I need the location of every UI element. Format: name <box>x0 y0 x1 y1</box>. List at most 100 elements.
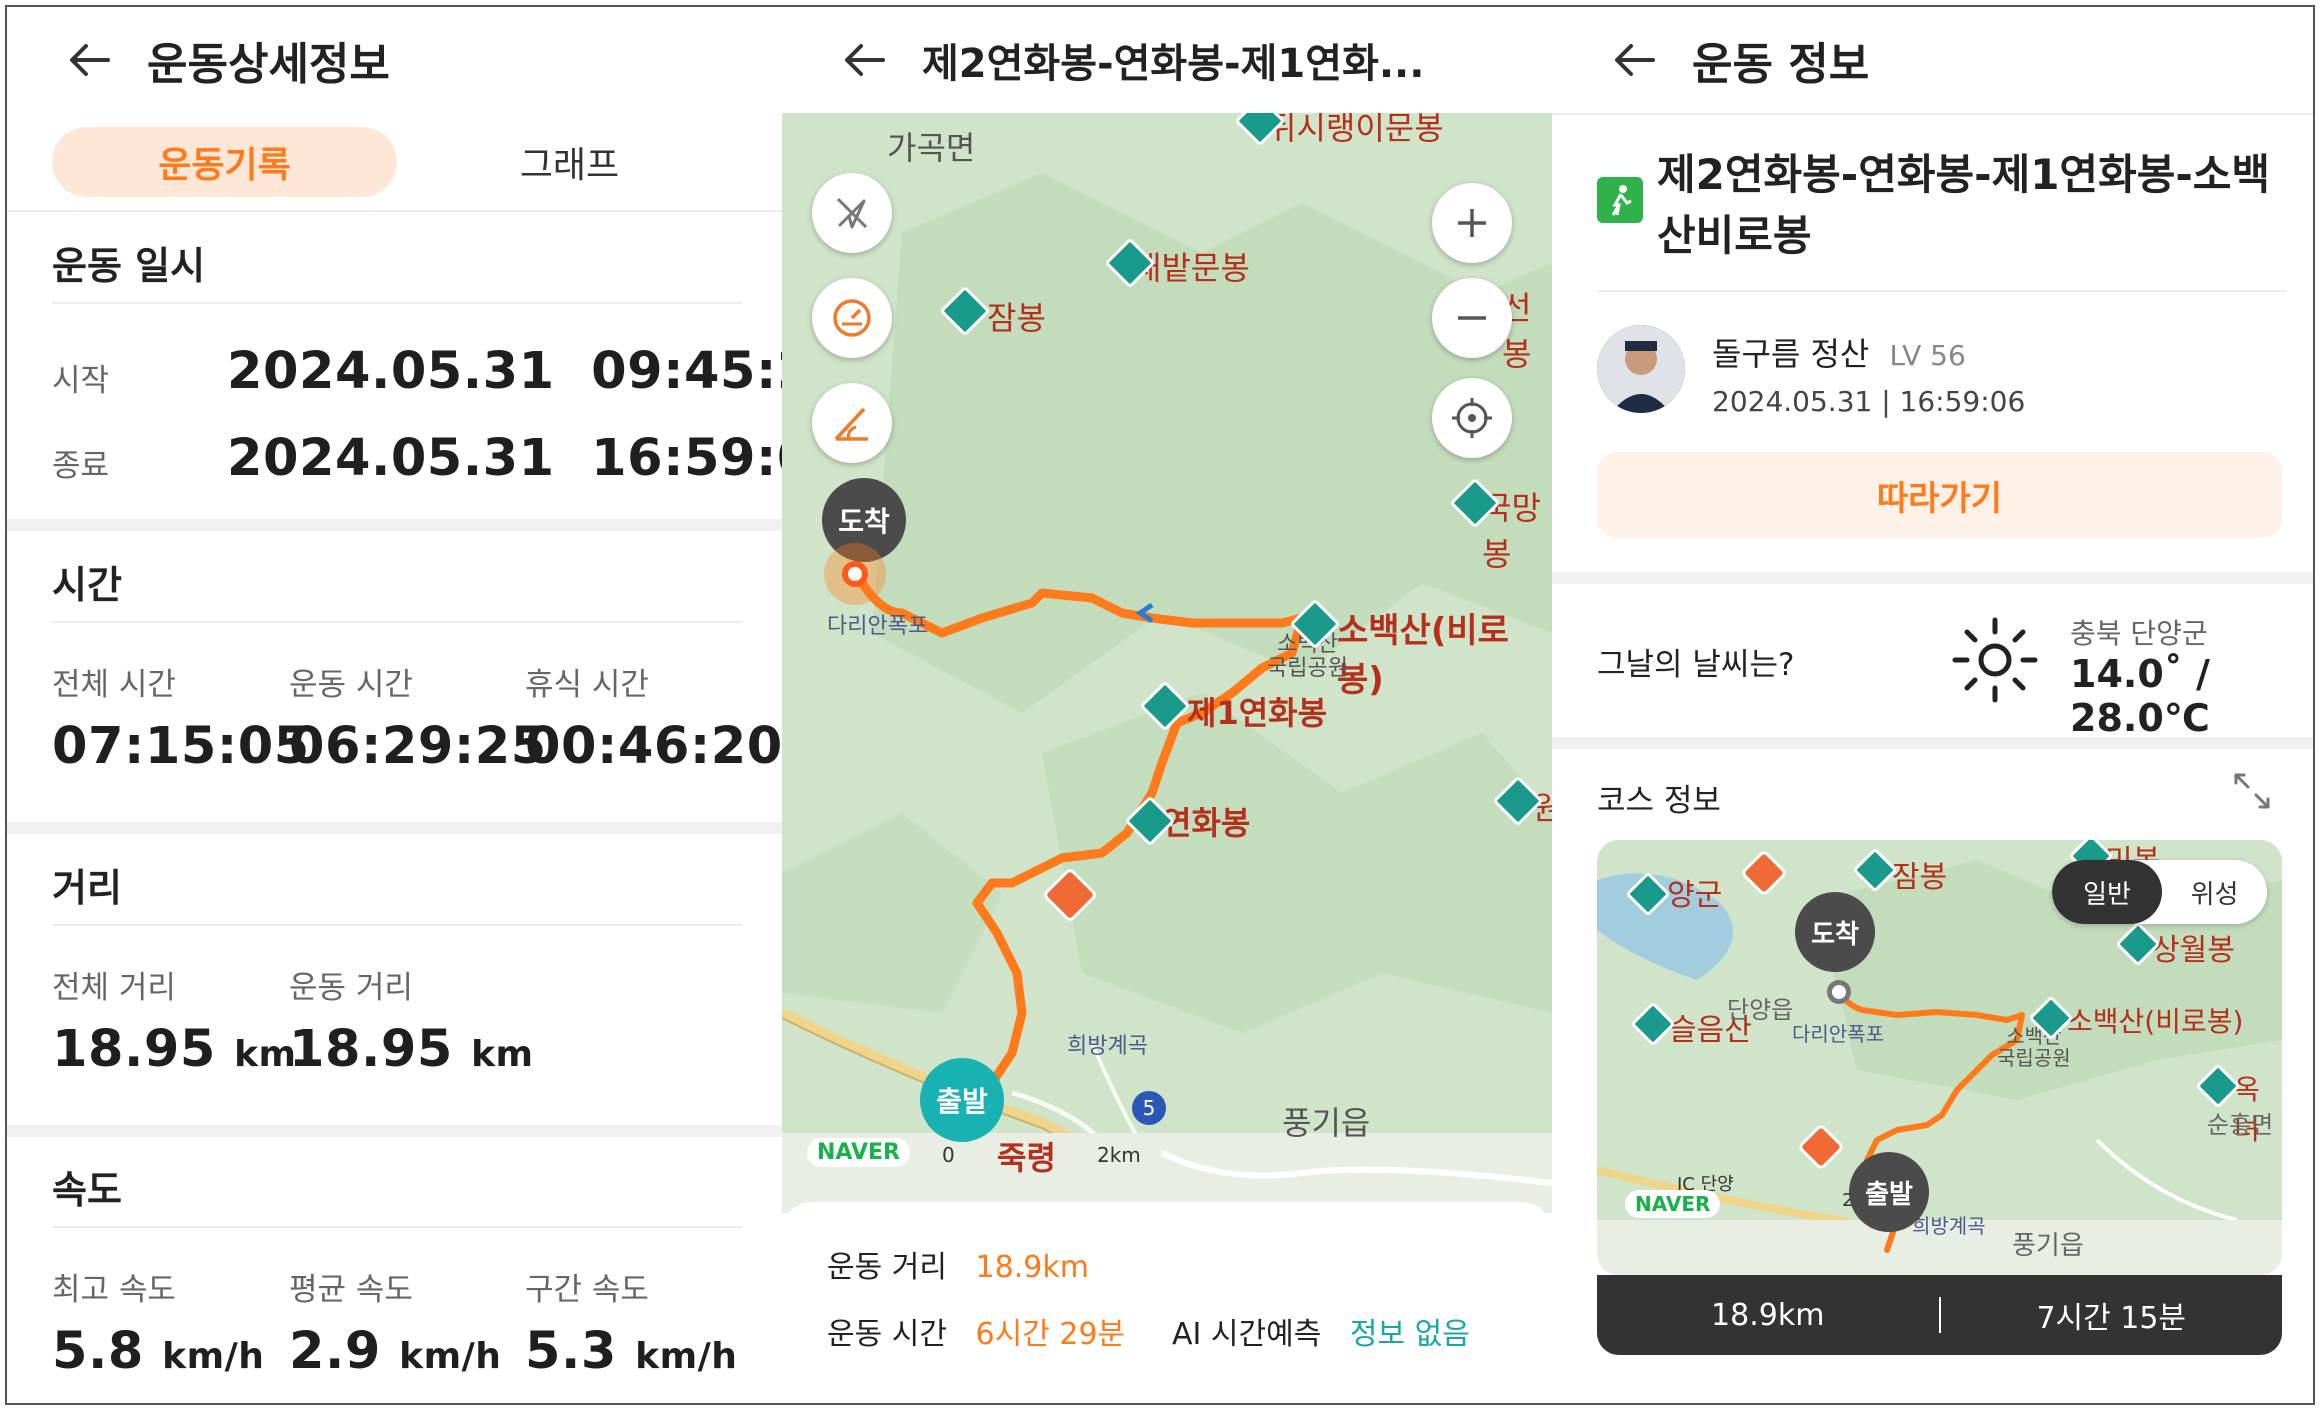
map-label-peak-top: 뒤시랭이문봉 <box>1267 113 1444 147</box>
elevation-button[interactable] <box>812 383 892 463</box>
total-distance-label: 전체 거리 <box>52 970 176 1006</box>
minimap-label-sunheung: 순흥면 <box>2207 1111 2274 1139</box>
map-view[interactable]: 가곡면 뒤시랭이문봉 새밭문봉 잠봉 선봉 국망봉 소백산(비로봉) 소백산 국… <box>782 113 1552 1213</box>
sun-icon <box>1947 612 2043 712</box>
divider <box>1597 290 2287 292</box>
user-info: 돌구름 정산 LV 56 <box>1712 329 1966 375</box>
section-divider <box>1552 737 2313 749</box>
user-level: LV 56 <box>1889 339 1966 372</box>
minimap-arrive-dot <box>1827 980 1851 1004</box>
current-location-dot <box>842 561 868 587</box>
avg-speed-value: 2.9 km/h <box>289 1322 502 1381</box>
exercise-distance-value: 18.95 km <box>289 1020 534 1079</box>
page-title: 제2연화봉-연화봉-제1연화... <box>922 41 1425 87</box>
record-datetime: 2024.05.31 | 16:59:06 <box>1712 385 2026 418</box>
time-info-value: 6시간 29분 <box>975 1317 1126 1352</box>
section-divider <box>7 822 782 834</box>
map-label-dari: 다리안폭포 <box>827 614 929 639</box>
minimap-naver-logo: NAVER <box>1625 1190 1721 1218</box>
zoom-in-button[interactable] <box>1432 183 1512 263</box>
minimap-summary-bar: 18.9km 7시간 15분 <box>1597 1275 2282 1355</box>
minimap-duration: 7시간 15분 <box>2036 1301 2187 1336</box>
tab-graph[interactable]: 그래프 <box>397 127 742 197</box>
speed-button[interactable] <box>812 278 892 358</box>
minimap-distance: 18.9km <box>1711 1297 1825 1333</box>
speedometer-icon <box>833 299 871 337</box>
divider <box>1552 113 2313 115</box>
max-speed-value: 5.8 km/h <box>52 1322 265 1381</box>
user-name[interactable]: 돌구름 정산 <box>1712 335 1869 373</box>
ai-prediction-value: 정보 없음 <box>1349 1317 1470 1352</box>
tab-exercise-record[interactable]: 운동기록 <box>52 127 397 197</box>
map-label-gagok: 가곡면 <box>887 129 976 167</box>
back-arrow-icon <box>70 44 110 76</box>
minimap-label-danyangeup: 단양읍 <box>1727 996 1794 1024</box>
end-datetime: 2024.05.31 16:59:06 <box>227 429 782 488</box>
screenshot-frame: 운동상세정보 운동기록 그래프 운동 일시 시작 2024.05.31 09:4… <box>5 5 2315 1405</box>
section-divider <box>1552 572 2313 584</box>
exercise-detail-panel: 운동상세정보 운동기록 그래프 운동 일시 시작 2024.05.31 09:4… <box>7 7 782 1403</box>
map-label-punggi: 풍기읍 <box>1282 1104 1371 1142</box>
divider <box>52 924 742 926</box>
minimap-label-jam: 잠봉 <box>1892 860 1948 895</box>
my-location-button[interactable] <box>1432 378 1512 458</box>
course-title: 제2연화봉-연화봉-제1연화봉-소백산비로봉 <box>1657 150 2271 260</box>
max-speed-label: 최고 속도 <box>52 1272 176 1308</box>
exercise-info-panel: 운동 정보 제2연화봉-연화봉-제1연화봉-소백산비로봉 돌구름 정산 LV 5… <box>1552 7 2313 1403</box>
ai-prediction-label: AI 시간예측 <box>1172 1317 1322 1352</box>
map-scale-start: 0 <box>942 1143 955 1167</box>
distance-info: 운동 거리 18.9km <box>827 1242 1089 1286</box>
back-button[interactable] <box>1600 30 1670 90</box>
back-button[interactable] <box>830 30 900 90</box>
minimap-arrive-marker[interactable]: 도착 <box>1795 892 1875 972</box>
zoom-out-button[interactable] <box>1432 278 1512 358</box>
total-distance-value: 18.95 km <box>52 1020 297 1079</box>
segment-speed-label: 구간 속도 <box>525 1272 649 1308</box>
toggle-normal[interactable]: 일반 <box>2052 860 2162 924</box>
divider <box>52 1226 742 1228</box>
divider <box>52 621 742 623</box>
header: 제2연화봉-연화봉-제1연화... <box>782 7 1552 113</box>
map-scale-label: 2km <box>1097 1143 1141 1167</box>
minimap-label-sangwol: 상월봉 <box>2152 933 2235 968</box>
distance-info-label: 운동 거리 <box>827 1250 947 1285</box>
time-info: 운동 시간 6시간 29분 <box>827 1309 1125 1353</box>
distance-info-value: 18.9km <box>975 1250 1089 1285</box>
header: 운동상세정보 <box>7 7 782 113</box>
map-label-jam: 잠봉 <box>987 299 1046 337</box>
exercise-time-label: 운동 시간 <box>289 667 413 703</box>
route-info-card: 운동 거리 18.9km 운동 시간 6시간 29분 AI 시간예측 정보 없음 <box>782 1202 1552 1403</box>
map-label-jungnyeong: 죽령 <box>997 1139 1056 1177</box>
header: 운동 정보 <box>1552 7 2313 113</box>
back-arrow-icon <box>1615 44 1655 76</box>
map-label-yeonhwa: 연화봉 <box>1162 804 1251 842</box>
minimap-depart-marker[interactable]: 출발 <box>1849 1152 1929 1232</box>
section-title-distance: 거리 <box>52 866 122 910</box>
start-label: 시작 <box>52 363 110 399</box>
course-minimap[interactable]: 양군 잠봉 민봉 상월봉 슬음산 단양읍 다리안폭포 소백산(비로봉) 소백산 … <box>1597 840 2282 1275</box>
hiking-icon <box>1597 177 1643 223</box>
time-info-label: 운동 시간 <box>827 1317 947 1352</box>
weather-location: 충북 단양군 <box>2070 617 2208 650</box>
minimap-label-sobaek: 소백산(비로봉) <box>2067 1005 2244 1038</box>
road-number-badge: 5 <box>1132 1091 1166 1125</box>
compass-button[interactable] <box>812 173 892 253</box>
page-title: 운동 정보 <box>1692 39 1870 90</box>
compass-off-icon <box>836 197 868 229</box>
weather-temperature: 14.0˚ / 28.0℃ <box>2070 652 2210 740</box>
depart-marker[interactable]: 출발 <box>920 1058 1004 1142</box>
toggle-satellite[interactable]: 위성 <box>2162 860 2267 924</box>
minimap-label-danyang: 양군 <box>1667 878 1723 913</box>
end-label: 종료 <box>52 448 110 484</box>
ai-prediction-info: AI 시간예측 정보 없음 <box>1172 1309 1470 1353</box>
section-title-datetime: 운동 일시 <box>52 244 206 288</box>
minimap-label-punggi: 풍기읍 <box>2012 1231 2084 1261</box>
exercise-distance-label: 운동 거리 <box>289 970 413 1006</box>
follow-button[interactable]: 따라가기 <box>1597 452 2282 538</box>
divider <box>7 210 782 212</box>
total-time-value: 07:15:05 <box>52 717 310 776</box>
expand-button[interactable] <box>2230 769 2274 817</box>
weather-label: 그날의 날씨는? <box>1597 647 1795 683</box>
back-button[interactable] <box>55 30 125 90</box>
avatar[interactable] <box>1597 325 1685 413</box>
